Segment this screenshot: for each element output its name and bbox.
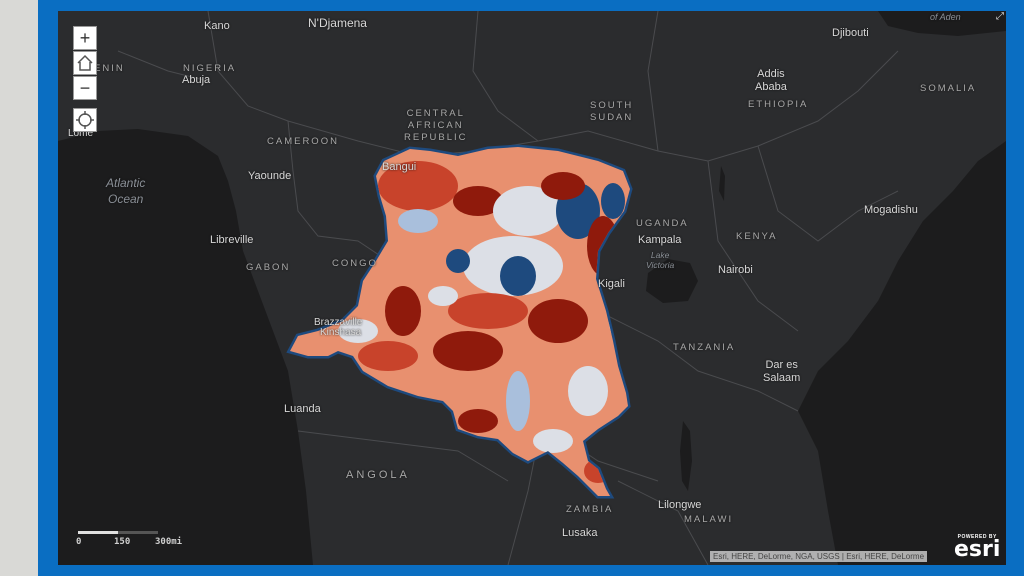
drc-choropleth (286, 144, 633, 499)
home-icon (77, 54, 93, 71)
label-mogadishu: Mogadishu (864, 204, 918, 216)
scale-label-300mi: 300mi (155, 537, 183, 547)
label-lake-victoria: Lake Victoria (646, 250, 675, 270)
label-somalia: SOMALIA (920, 83, 977, 94)
label-tanzania: TANZANIA (673, 342, 736, 353)
label-yaounde: Yaounde (248, 170, 292, 182)
label-abuja: Abuja (182, 74, 211, 86)
scale-label-0: 0 (76, 537, 82, 547)
esri-name: esri (954, 537, 1001, 562)
locate-button[interactable] (73, 108, 97, 132)
home-button[interactable] (73, 51, 97, 75)
scale-label-150: 150 (114, 537, 131, 547)
label-djibouti: Djibouti (832, 27, 869, 39)
label-gulf-of-aden: of Aden (930, 12, 961, 22)
label-angola: ANGOLA (346, 469, 410, 481)
label-cameroon: CAMEROON (267, 136, 339, 147)
label-luanda: Luanda (284, 403, 321, 415)
label-ethiopia: ETHIOPIA (748, 99, 809, 110)
label-atlantic-ocean: Atlantic Ocean (106, 176, 146, 206)
label-ndjamena: N'Djamena (308, 16, 367, 30)
label-south-sudan: SOUTH SUDAN (590, 100, 634, 123)
label-gabon: GABON (246, 262, 291, 273)
label-zambia: ZAMBIA (566, 504, 614, 515)
zoom-out-button[interactable]: − (73, 76, 97, 100)
label-kigali: Kigali (598, 278, 625, 290)
label-kenya: KENYA (736, 231, 778, 242)
label-kampala: Kampala (638, 234, 682, 246)
label-dar-es-salaam: Dar es Salaam (763, 359, 801, 384)
map-view[interactable]: Kano N'Djamena NIGERIA Abuja ENIN Lomé C… (58, 11, 1006, 565)
label-congo: CONGO (332, 258, 378, 269)
label-bangui: Bangui (382, 161, 417, 173)
label-addis-ababa: Addis Ababa (755, 68, 787, 93)
expand-icon[interactable]: ⤢ (996, 11, 1006, 22)
locate-icon (76, 111, 94, 129)
attribution: Esri, HERE, DeLorme, NGA, USGS | Esri, H… (710, 551, 928, 562)
label-benin: ENIN (94, 63, 125, 74)
label-malawi: MALAWI (684, 514, 734, 525)
label-car: CENTRAL AFRICAN REPUBLIC (404, 108, 468, 143)
esri-logo[interactable]: POWERED BY esri (954, 534, 1001, 562)
label-uganda: UGANDA (636, 218, 689, 229)
zoom-in-button[interactable]: + (73, 26, 97, 50)
label-kinshasa: Kinshasa (320, 327, 362, 338)
label-kano: Kano (204, 20, 230, 32)
label-libreville: Libreville (210, 234, 254, 246)
label-lusaka: Lusaka (562, 527, 598, 539)
label-lilongwe: Lilongwe (658, 499, 702, 511)
label-nairobi: Nairobi (718, 264, 753, 276)
